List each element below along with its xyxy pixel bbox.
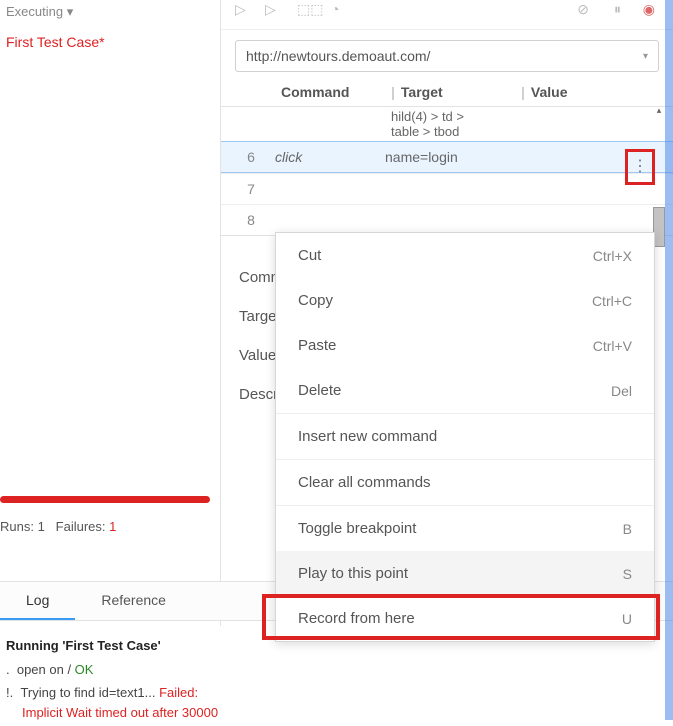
record-icon[interactable]: ◉	[643, 1, 655, 18]
runs-value: 1	[38, 519, 45, 534]
menu-copy-shortcut: Ctrl+C	[592, 293, 632, 309]
log-running-suffix: '	[158, 638, 161, 653]
table-row[interactable]: 7	[221, 173, 673, 204]
menu-clear-all-commands[interactable]: Clear all commands	[276, 460, 654, 505]
context-menu: Cut Ctrl+X Copy Ctrl+C Paste Ctrl+V Dele…	[275, 232, 655, 642]
menu-paste-shortcut: Ctrl+V	[593, 338, 632, 354]
log-find-text: Trying to find id=text1...	[20, 685, 159, 700]
overflow-target-2: table > tbod	[391, 124, 521, 139]
row-number: 7	[227, 181, 275, 197]
log-failed: Failed:	[159, 685, 198, 700]
header-target: Target	[401, 84, 443, 100]
menu-record-shortcut: U	[622, 611, 632, 627]
log-running-prefix: Running '	[6, 638, 65, 653]
menu-cut-label: Cut	[298, 247, 321, 264]
menu-play-label: Play to this point	[298, 565, 408, 582]
grid-header: Command |Target |Value	[221, 78, 673, 106]
menu-clear-label: Clear all commands	[298, 474, 431, 491]
table-row[interactable]: 6 click name=login	[221, 141, 673, 173]
menu-copy[interactable]: Copy Ctrl+C	[276, 278, 654, 323]
scroll-up-icon[interactable]: ▴	[653, 105, 665, 116]
base-url-input[interactable]: http://newtours.demoaut.com/ ▾	[235, 40, 659, 72]
row-number: 8	[227, 212, 275, 228]
overflow-target-1: hild(4) > td >	[391, 109, 521, 124]
runs-failures-summary: Runs: 1 Failures: 1	[0, 519, 116, 534]
row-target: name=login	[385, 149, 515, 165]
log-running-name: First Test Case	[65, 638, 157, 653]
progress-bar	[0, 496, 210, 503]
command-grid: hild(4) > td > table > tbod 6 click name…	[221, 106, 673, 236]
chevron-down-icon[interactable]: ▾	[643, 51, 648, 62]
header-command: Command	[281, 84, 391, 100]
menu-delete-shortcut: Del	[611, 383, 632, 399]
menu-record-label: Record from here	[298, 610, 415, 627]
speed-icon[interactable]: ◔	[331, 1, 339, 17]
failures-label: Failures:	[56, 519, 106, 534]
menu-cut[interactable]: Cut Ctrl+X	[276, 233, 654, 278]
executing-status: Executing ▾	[0, 0, 220, 24]
header-value: Value	[531, 84, 568, 100]
disable-icon[interactable]: ⊘	[577, 1, 589, 18]
log-open-text: open on /	[17, 662, 75, 677]
menu-toggle-breakpoint[interactable]: Toggle breakpoint B	[276, 506, 654, 551]
kebab-menu-icon[interactable]: ⋮	[632, 165, 648, 169]
menu-play-to-this-point[interactable]: Play to this point S	[276, 551, 654, 596]
menu-paste[interactable]: Paste Ctrl+V	[276, 323, 654, 368]
right-accent-strip	[665, 0, 673, 720]
runs-label: Runs:	[0, 519, 34, 534]
play-icon[interactable]: ▷	[235, 1, 246, 18]
log-line: !. Trying to find id=text1... Failed: Im…	[6, 681, 667, 724]
menu-delete[interactable]: Delete Del	[276, 368, 654, 413]
menu-play-shortcut: S	[623, 566, 632, 582]
base-url-text: http://newtours.demoaut.com/	[246, 48, 430, 64]
table-row[interactable]: hild(4) > td > table > tbod	[221, 107, 673, 141]
table-row[interactable]: 8	[221, 204, 673, 235]
log-line: . open on / OK	[6, 658, 667, 682]
row-command: click	[275, 149, 385, 165]
menu-insert-label: Insert new command	[298, 428, 437, 445]
test-case-link[interactable]: First Test Case*	[0, 24, 220, 60]
annotation-box-kebab: ⋮	[625, 149, 655, 185]
menu-insert-new-command[interactable]: Insert new command	[276, 414, 654, 459]
log-ok: OK	[75, 662, 94, 677]
step-icon[interactable]: ⬚⬚	[297, 1, 323, 18]
menu-toggle-label: Toggle breakpoint	[298, 520, 416, 537]
pause-icon[interactable]: ⏸	[614, 1, 621, 18]
play-all-icon[interactable]: ▷	[265, 1, 276, 18]
toolbar: ▷ ▷ ⬚⬚ ◔ ⊘ ⏸ ◉	[221, 0, 673, 30]
menu-copy-label: Copy	[298, 292, 333, 309]
menu-paste-label: Paste	[298, 337, 336, 354]
failures-value: 1	[109, 519, 116, 534]
menu-record-from-here[interactable]: Record from here U	[276, 596, 654, 641]
tab-log[interactable]: Log	[0, 582, 75, 620]
menu-delete-label: Delete	[298, 382, 341, 399]
row-number: 6	[227, 149, 275, 165]
menu-toggle-shortcut: B	[623, 521, 632, 537]
tab-reference[interactable]: Reference	[75, 582, 192, 620]
log-error-detail: Implicit Wait timed out after 30000	[6, 703, 667, 723]
menu-cut-shortcut: Ctrl+X	[593, 248, 632, 264]
